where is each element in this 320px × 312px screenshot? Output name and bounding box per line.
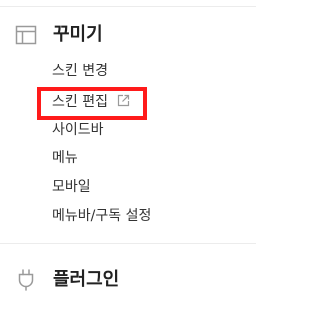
divider-middle [0,243,256,244]
highlight-box [37,87,147,120]
layout-icon [15,25,37,45]
menu-item-label: 스킨 변경 [52,63,108,79]
menu-item-mobile[interactable]: 모바일 [52,177,91,197]
menu-item-sidebar[interactable]: 사이드바 [52,120,104,140]
menu-item-menu[interactable]: 메뉴 [52,148,78,168]
section-header-customize[interactable]: 꾸미기 [0,16,256,52]
divider-top [0,6,256,7]
menu-item-label: 모바일 [52,179,91,195]
section-header-plugin[interactable]: 플러그인 [0,261,256,297]
menu-item-label: 메뉴 [52,150,78,166]
menu-item-skin-change[interactable]: 스킨 변경 [52,61,108,81]
section-title-plugin: 플러그인 [53,269,120,290]
menu-item-label: 사이드바 [52,122,104,138]
menu-item-label: 메뉴바/구독 설정 [52,208,152,224]
section-title-customize: 꾸미기 [53,24,103,45]
plug-icon [18,269,34,291]
menu-item-menubar-subscribe[interactable]: 메뉴바/구독 설정 [52,206,151,226]
